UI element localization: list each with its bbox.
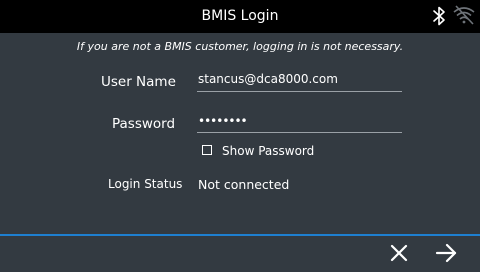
page-title: BMIS Login [201, 8, 279, 24]
username-value: stancus@dca8000.com [198, 72, 338, 86]
username-field[interactable]: stancus@dca8000.com [197, 71, 402, 92]
title-bar: BMIS Login [0, 0, 480, 33]
password-value: •••••••• [198, 114, 248, 128]
password-label: Password [112, 116, 176, 132]
footer-divider [0, 234, 480, 236]
arrow-right-icon [435, 243, 457, 263]
login-screen: BMIS Login If you are not a BMIS custome… [0, 0, 480, 272]
wifi-disabled-icon [453, 5, 475, 25]
login-status-label: Login Status [108, 177, 183, 191]
cancel-button[interactable] [384, 240, 414, 268]
bluetooth-icon [433, 6, 445, 26]
login-status-value: Not connected [198, 177, 290, 192]
next-button[interactable] [430, 240, 462, 268]
username-label: User Name [101, 74, 176, 90]
show-password-label[interactable]: Show Password [222, 144, 314, 158]
show-password-checkbox[interactable] [202, 145, 212, 155]
close-icon [390, 244, 408, 262]
login-notice: If you are not a BMIS customer, logging … [76, 40, 404, 53]
password-field[interactable]: •••••••• [197, 112, 402, 133]
